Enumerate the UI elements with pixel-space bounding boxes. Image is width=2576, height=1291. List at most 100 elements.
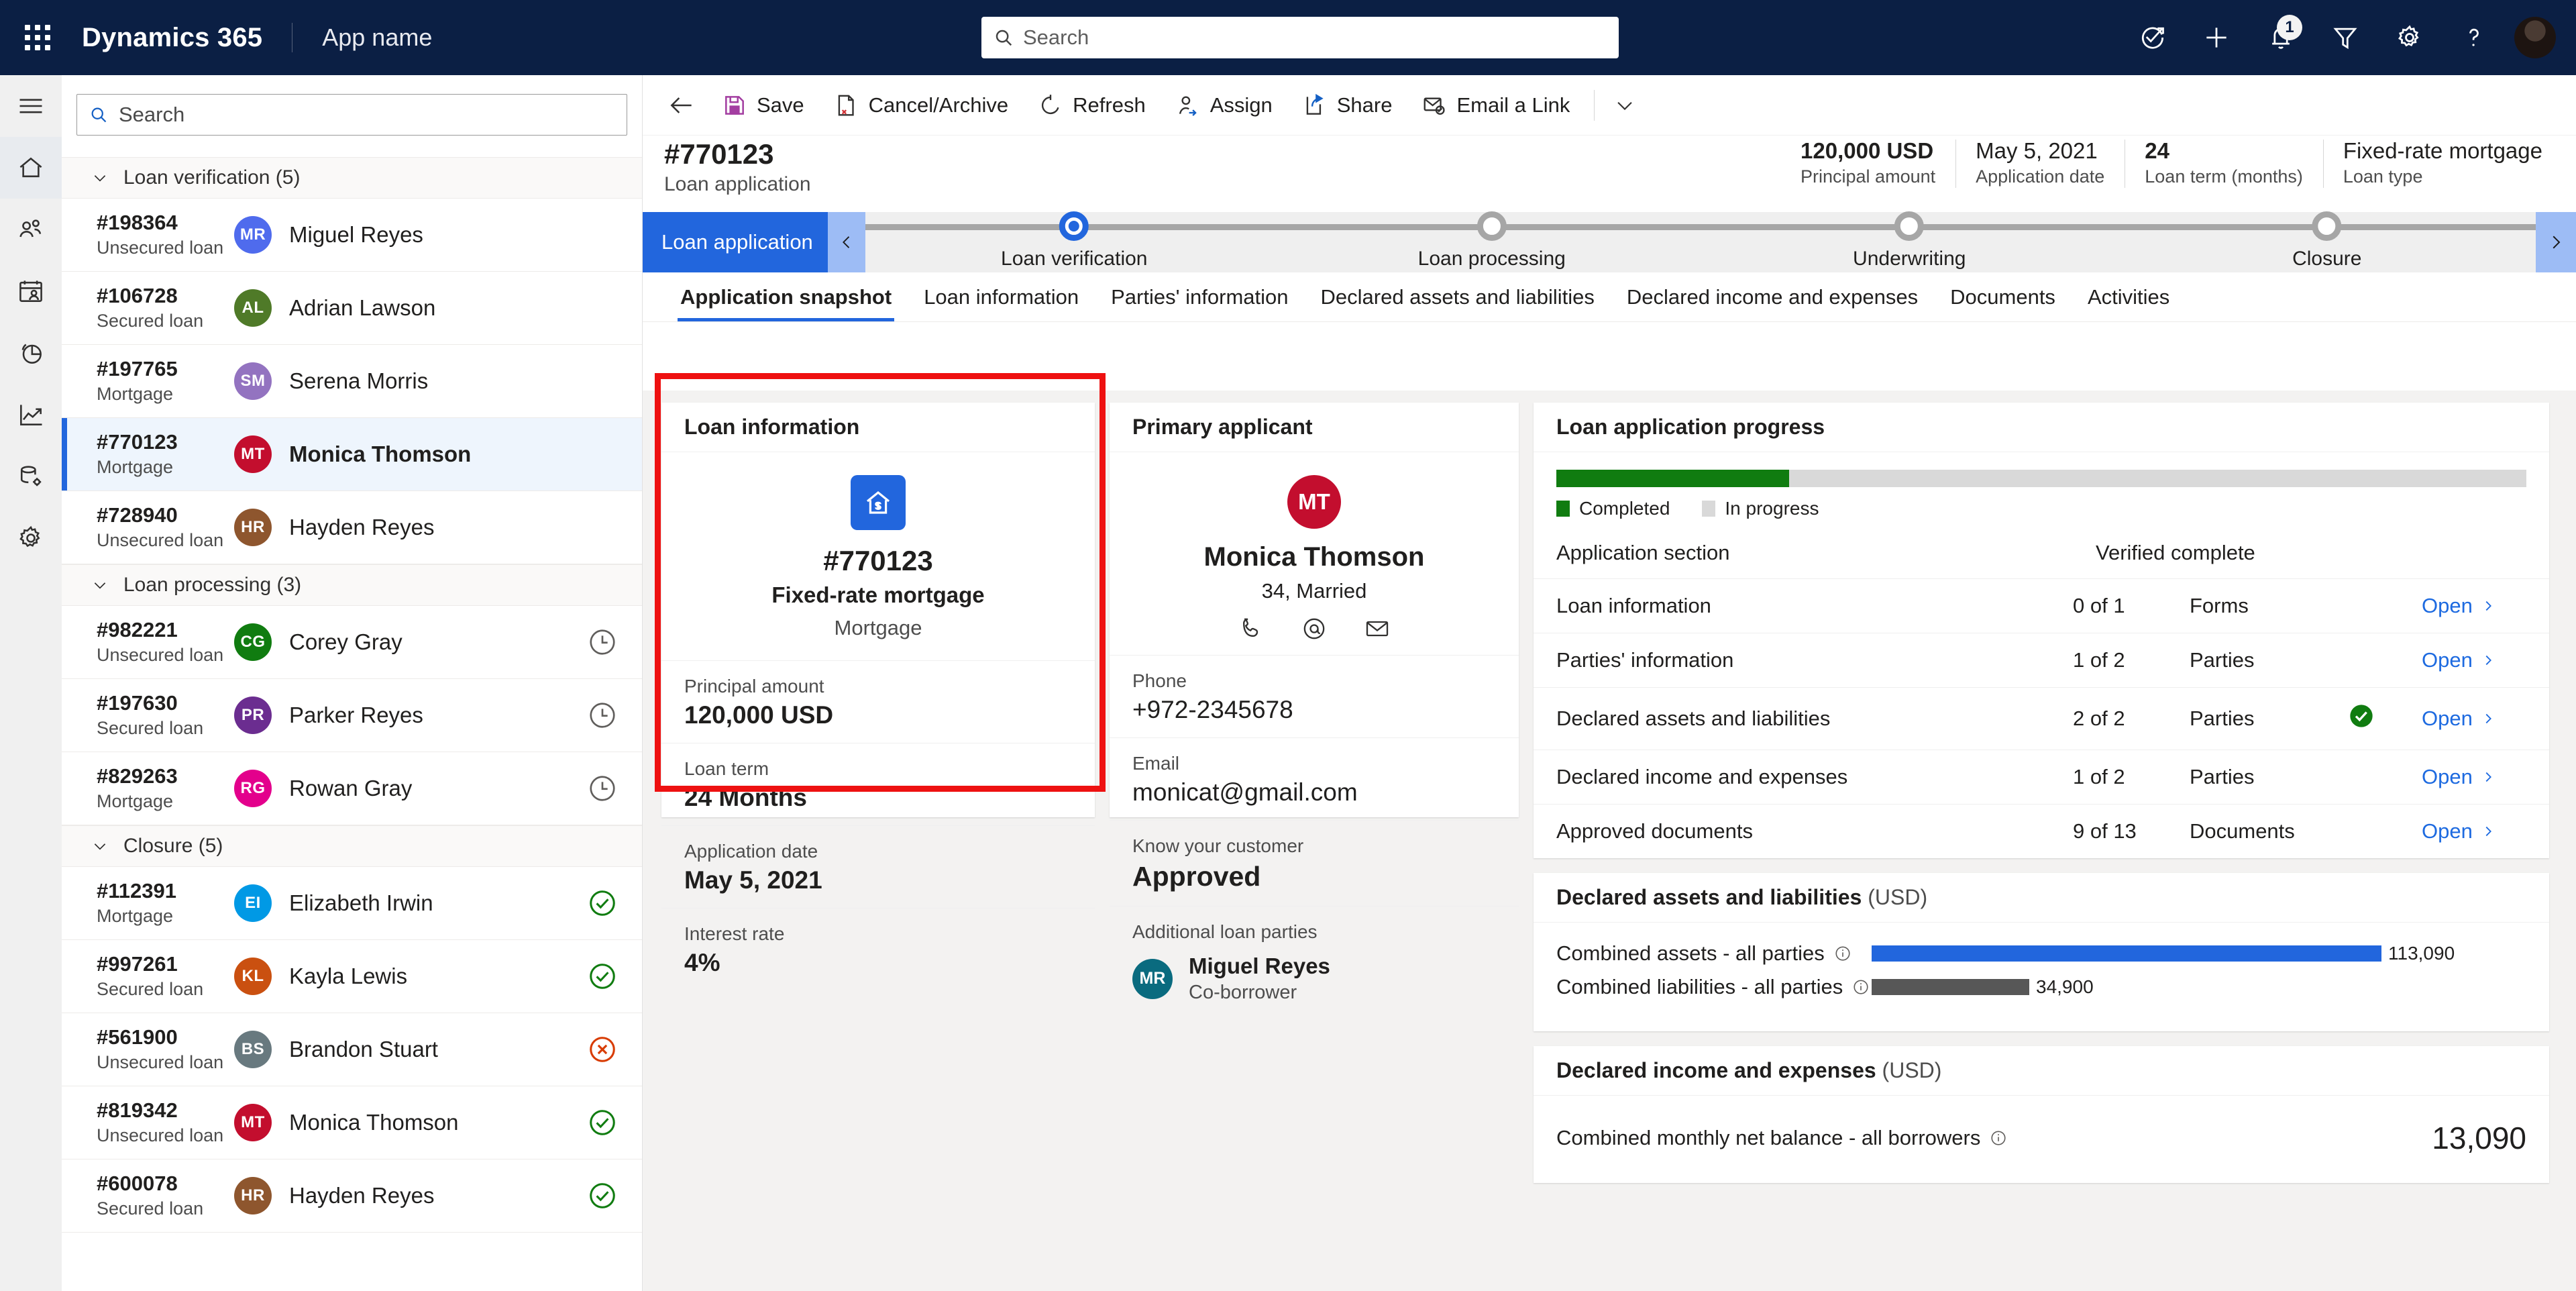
loan-id: #728940 xyxy=(97,503,178,527)
command-bar: Save Cancel/Archive Refresh Assign Share… xyxy=(643,75,2576,136)
bpf-stage[interactable]: Closure xyxy=(2292,211,2362,270)
trend-chart-icon[interactable] xyxy=(0,384,62,446)
status-badge xyxy=(587,366,618,397)
back-button[interactable] xyxy=(656,80,707,131)
tab-declared-income-and-expenses[interactable]: Declared income and expenses xyxy=(1611,272,1934,321)
bpf-stage[interactable]: Underwriting xyxy=(1853,211,1966,270)
database-gear-icon[interactable] xyxy=(0,446,62,507)
list-group-header[interactable]: Closure (5) xyxy=(62,825,642,867)
assign-button[interactable]: Assign xyxy=(1161,80,1287,131)
save-icon xyxy=(725,95,744,115)
tab-activities[interactable]: Activities xyxy=(2072,272,2186,321)
bpf-stage[interactable]: Loan processing xyxy=(1418,211,1566,270)
task-check-icon[interactable] xyxy=(2120,0,2184,75)
header-field: Fixed-rate mortgage Loan type xyxy=(2322,137,2563,189)
list-item[interactable]: #982221 Unsecured loan CG Corey Gray xyxy=(62,606,642,679)
info-icon[interactable] xyxy=(1990,1129,2007,1147)
loan-id: #829263 xyxy=(97,764,178,788)
page-title: #770123 xyxy=(664,138,774,170)
list-item[interactable]: #997261 Secured loan KL Kayla Lewis xyxy=(62,940,642,1013)
loan-id-block: #770123 Mortgage xyxy=(97,429,234,479)
save-button[interactable]: Save xyxy=(707,80,819,131)
info-icon[interactable] xyxy=(1852,978,1870,996)
at-sign-icon[interactable] xyxy=(1301,615,1328,646)
open-link[interactable]: Open xyxy=(2422,819,2496,843)
legend-swatch xyxy=(1556,501,1570,517)
global-search-input[interactable]: Search xyxy=(981,17,1619,58)
open-link[interactable]: Open xyxy=(2422,594,2496,618)
list-item[interactable]: #106728 Secured loan AL Adrian Lawson xyxy=(62,272,642,345)
applicant-name: Monica Thomson xyxy=(289,1110,459,1135)
filter-icon[interactable] xyxy=(2313,0,2377,75)
app-launcher-waffle-icon[interactable] xyxy=(0,0,75,75)
help-icon[interactable] xyxy=(2442,0,2506,75)
user-avatar[interactable] xyxy=(2514,17,2556,58)
income-row: Combined monthly net balance - all borro… xyxy=(1534,1096,2549,1183)
pie-chart-icon[interactable] xyxy=(0,322,62,384)
list-item[interactable]: #600078 Secured loan HR Hayden Reyes xyxy=(62,1159,642,1233)
open-link[interactable]: Open xyxy=(2422,707,2496,731)
loan-id-block: #561900 Unsecured loan xyxy=(97,1025,234,1074)
phone-icon[interactable] xyxy=(1238,615,1265,646)
bpf-stage-dot xyxy=(1894,211,1925,241)
envelope-icon[interactable] xyxy=(1364,615,1391,646)
tab-declared-assets-and-liabilities[interactable]: Declared assets and liabilities xyxy=(1305,272,1611,321)
calendar-person-icon[interactable] xyxy=(0,260,62,322)
list-item[interactable]: #561900 Unsecured loan BS Brandon Stuart xyxy=(62,1013,642,1086)
section-unit: Documents xyxy=(2190,819,2295,843)
declared-income-expenses-card: Declared income and expenses (USD) Combi… xyxy=(1534,1046,2549,1183)
home-icon[interactable] xyxy=(0,137,62,199)
hamburger-icon[interactable] xyxy=(0,75,62,137)
verified-badge xyxy=(2348,633,2422,688)
tab-loan-information[interactable]: Loan information xyxy=(908,272,1095,321)
list-group-header[interactable]: Loan processing (3) xyxy=(62,564,642,606)
asset-value: 113,090 xyxy=(2388,943,2455,964)
chevron-right-icon xyxy=(2485,826,2491,837)
list-group-header[interactable]: Loan verification (5) xyxy=(62,157,642,199)
assets-chart: Combined assets - all parties 113,090 Co… xyxy=(1534,923,2549,1031)
plus-icon[interactable] xyxy=(2184,0,2249,75)
list-item[interactable]: #197765 Mortgage SM Serena Morris xyxy=(62,345,642,418)
gear-icon[interactable] xyxy=(2377,0,2442,75)
share-button[interactable]: Share xyxy=(1287,80,1407,131)
bpf-collapse-chevron-left-icon[interactable] xyxy=(828,212,865,272)
email-link-button[interactable]: Email a Link xyxy=(1407,80,1585,131)
list-item[interactable]: #198364 Unsecured loan MR Miguel Reyes xyxy=(62,199,642,272)
settings-gear-icon[interactable] xyxy=(0,507,62,569)
tab-parties-information[interactable]: Parties' information xyxy=(1095,272,1304,321)
list-item[interactable]: #112391 Mortgage EI Elizabeth Irwin xyxy=(62,867,642,940)
list-item[interactable]: #197630 Secured loan PR Parker Reyes xyxy=(62,679,642,752)
applicant-summary: MT Monica Thomson 34, Married xyxy=(1110,452,1519,655)
bell-icon[interactable]: 1 xyxy=(2249,0,2313,75)
open-link[interactable]: Open xyxy=(2422,648,2496,672)
loan-id-block: #819342 Unsecured loan xyxy=(97,1098,234,1147)
command-overflow-chevron-down-icon[interactable] xyxy=(1604,80,1646,131)
status-badge xyxy=(587,219,618,250)
bpf-active-stage[interactable]: Loan application xyxy=(643,212,828,272)
section-count: 2 of 2 xyxy=(2073,687,2174,750)
chevron-down-icon xyxy=(94,843,106,850)
info-icon[interactable] xyxy=(1834,945,1851,962)
tab-documents[interactable]: Documents xyxy=(1934,272,2072,321)
bpf-stage[interactable]: Loan verification xyxy=(1001,211,1147,270)
list-item[interactable]: #770123 Mortgage MT Monica Thomson xyxy=(62,418,642,491)
cancel-archive-button[interactable]: Cancel/Archive xyxy=(819,80,1023,131)
bpf-next-chevron-right-icon[interactable] xyxy=(2536,212,2576,272)
list-item[interactable]: #819342 Unsecured loan MT Monica Thomson xyxy=(62,1086,642,1159)
income-value: 13,090 xyxy=(2432,1121,2526,1155)
open-link[interactable]: Open xyxy=(2422,765,2496,789)
loan-field: Interest rate 4% xyxy=(661,908,1095,990)
bpf-stage-label: Closure xyxy=(2292,248,2362,270)
loan-type: Fixed-rate mortgage xyxy=(771,582,985,607)
tab-application-snapshot[interactable]: Application snapshot xyxy=(664,272,908,321)
tab-label: Parties' information xyxy=(1111,285,1289,309)
list-item[interactable]: #829263 Mortgage RG Rowan Gray xyxy=(62,752,642,825)
applicant-name: Monica Thomson xyxy=(289,442,472,466)
people-icon[interactable] xyxy=(0,199,62,260)
loan-summary: #770123 Fixed-rate mortgage Mortgage xyxy=(661,452,1095,646)
refresh-button[interactable]: Refresh xyxy=(1023,80,1161,131)
party-item[interactable]: MR Miguel Reyes Co-borrower xyxy=(1132,953,1496,1004)
list-search-input[interactable]: Search xyxy=(76,94,627,136)
avatar: RG xyxy=(234,770,272,807)
list-item[interactable]: #728940 Unsecured loan HR Hayden Reyes xyxy=(62,491,642,564)
